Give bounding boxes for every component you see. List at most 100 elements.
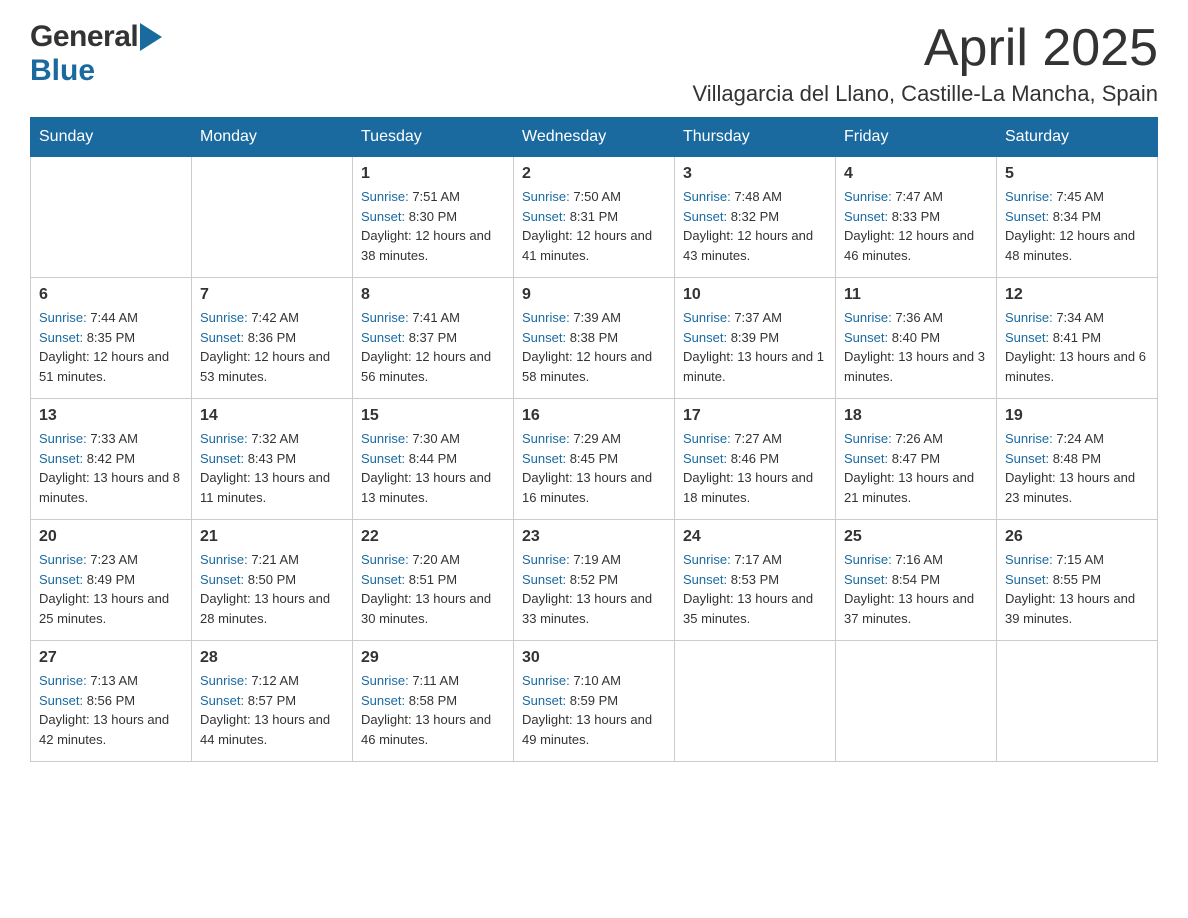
sunset-label: Sunset:	[844, 330, 892, 345]
day-number: 30	[522, 649, 666, 667]
day-info: Sunrise: 7:37 AMSunset: 8:39 PMDaylight:…	[683, 308, 827, 386]
day-cell-3-5: 17 Sunrise: 7:27 AMSunset: 8:46 PMDayligh…	[675, 399, 836, 520]
day-cell-3-2: 14Sunrise: 7:32 AMSunset: 8:43 PMDayligh…	[192, 399, 353, 520]
day-cell-4-6: 25Sunrise: 7:16 AMSunset: 8:54 PMDayligh…	[836, 520, 997, 641]
day-info: Sunrise: 7:50 AMSunset: 8:31 PMDaylight:…	[522, 187, 666, 265]
day-info: Sunrise: 7:27 AMSunset: 8:46 PMDaylight:…	[683, 429, 827, 507]
day-info: Sunrise: 7:36 AMSunset: 8:40 PMDaylight:…	[844, 308, 988, 386]
sunrise-label: Sunrise:	[522, 552, 573, 567]
sunrise-label: Sunrise:	[522, 189, 573, 204]
day-number: 15	[361, 407, 505, 425]
day-cell-2-7: 12 Sunrise: 7:34 AMSunset: 8:41 PMDayligh…	[997, 278, 1158, 399]
week-row-5: 27Sunrise: 7:13 AMSunset: 8:56 PMDayligh…	[31, 641, 1158, 762]
day-number: 17	[683, 407, 827, 425]
col-wednesday: Wednesday	[514, 118, 675, 157]
sunrise-label: Sunrise:	[1005, 552, 1056, 567]
day-info: Sunrise: 7:23 AMSunset: 8:49 PMDaylight:…	[39, 550, 183, 628]
day-number: 26	[1005, 528, 1149, 546]
logo-line1: General	[30, 20, 164, 54]
day-info: Sunrise: 7:21 AMSunset: 8:50 PMDaylight:…	[200, 550, 344, 628]
calendar-table: Sunday Monday Tuesday Wednesday Thursday…	[30, 117, 1158, 762]
day-info: Sunrise: 7:12 AMSunset: 8:57 PMDaylight:…	[200, 671, 344, 749]
sunset-label: Sunset:	[200, 330, 248, 345]
sunset-label: Sunset:	[39, 330, 87, 345]
sunset-label: Sunset:	[683, 572, 731, 587]
day-number: 22	[361, 528, 505, 546]
day-info: Sunrise: 7:34 AMSunset: 8:41 PMDaylight:…	[1005, 308, 1149, 386]
day-number: 25	[844, 528, 988, 546]
day-number: 20	[39, 528, 183, 546]
day-number: 23	[522, 528, 666, 546]
page-header: General Blue April 2025 Villagarcia del …	[30, 20, 1158, 107]
col-friday: Friday	[836, 118, 997, 157]
day-number: 2	[522, 165, 666, 183]
sunset-label: Sunset:	[522, 209, 570, 224]
sunset-label: Sunset:	[1005, 330, 1053, 345]
day-cell-2-5: 10Sunrise: 7:37 AMSunset: 8:39 PMDayligh…	[675, 278, 836, 399]
day-cell-2-3: 8Sunrise: 7:41 AMSunset: 8:37 PMDaylight…	[353, 278, 514, 399]
sunset-label: Sunset:	[844, 572, 892, 587]
day-info: Sunrise: 7:11 AMSunset: 8:58 PMDaylight:…	[361, 671, 505, 749]
sunset-label: Sunset:	[522, 693, 570, 708]
day-info: Sunrise: 7:32 AMSunset: 8:43 PMDaylight:…	[200, 429, 344, 507]
day-number: 16	[522, 407, 666, 425]
day-number: 3	[683, 165, 827, 183]
day-number: 12	[1005, 286, 1149, 304]
sunrise-label: Sunrise:	[683, 431, 734, 446]
day-cell-5-5	[675, 641, 836, 762]
sunset-label: Sunset:	[200, 572, 248, 587]
day-cell-4-4: 23Sunrise: 7:19 AMSunset: 8:52 PMDayligh…	[514, 520, 675, 641]
day-cell-4-5: 24Sunrise: 7:17 AMSunset: 8:53 PMDayligh…	[675, 520, 836, 641]
day-cell-4-3: 22Sunrise: 7:20 AMSunset: 8:51 PMDayligh…	[353, 520, 514, 641]
day-cell-4-1: 20 Sunrise: 7:23 AMSunset: 8:49 PMDayligh…	[31, 520, 192, 641]
calendar-header: Sunday Monday Tuesday Wednesday Thursday…	[31, 118, 1158, 157]
sunset-label: Sunset:	[200, 693, 248, 708]
col-saturday: Saturday	[997, 118, 1158, 157]
col-sunday: Sunday	[31, 118, 192, 157]
col-tuesday: Tuesday	[353, 118, 514, 157]
week-row-3: 13Sunrise: 7:33 AMSunset: 8:42 PMDayligh…	[31, 399, 1158, 520]
sunrise-label: Sunrise:	[683, 552, 734, 567]
day-cell-2-6: 11 Sunrise: 7:36 AMSunset: 8:40 PMDayligh…	[836, 278, 997, 399]
day-cell-3-3: 15 Sunrise: 7:30 AMSunset: 8:44 PMDayligh…	[353, 399, 514, 520]
day-number: 21	[200, 528, 344, 546]
sunrise-label: Sunrise:	[200, 552, 251, 567]
day-number: 29	[361, 649, 505, 667]
sunset-label: Sunset:	[683, 451, 731, 466]
day-info: Sunrise: 7:24 AMSunset: 8:48 PMDaylight:…	[1005, 429, 1149, 507]
sunrise-label: Sunrise:	[844, 189, 895, 204]
location-title: Villagarcia del Llano, Castille-La Manch…	[692, 81, 1158, 107]
day-cell-3-6: 18Sunrise: 7:26 AMSunset: 8:47 PMDayligh…	[836, 399, 997, 520]
day-cell-1-2	[192, 157, 353, 278]
day-number: 4	[844, 165, 988, 183]
day-cell-5-6	[836, 641, 997, 762]
day-cell-5-2: 28 Sunrise: 7:12 AMSunset: 8:57 PMDayligh…	[192, 641, 353, 762]
day-info: Sunrise: 7:30 AMSunset: 8:44 PMDaylight:…	[361, 429, 505, 507]
day-info: Sunrise: 7:39 AMSunset: 8:38 PMDaylight:…	[522, 308, 666, 386]
sunrise-label: Sunrise:	[683, 189, 734, 204]
sunset-label: Sunset:	[683, 330, 731, 345]
day-cell-1-3: 1Sunrise: 7:51 AMSunset: 8:30 PMDaylight…	[353, 157, 514, 278]
sunrise-label: Sunrise:	[844, 552, 895, 567]
sunset-label: Sunset:	[39, 451, 87, 466]
month-title: April 2025	[692, 20, 1158, 77]
day-info: Sunrise: 7:33 AMSunset: 8:42 PMDaylight:…	[39, 429, 183, 507]
sunset-label: Sunset:	[844, 451, 892, 466]
sunset-label: Sunset:	[1005, 209, 1053, 224]
sunset-label: Sunset:	[683, 209, 731, 224]
title-section: April 2025 Villagarcia del Llano, Castil…	[692, 20, 1158, 107]
day-number: 5	[1005, 165, 1149, 183]
day-info: Sunrise: 7:42 AMSunset: 8:36 PMDaylight:…	[200, 308, 344, 386]
logo-general-text: General	[30, 20, 138, 54]
sunset-label: Sunset:	[361, 451, 409, 466]
sunrise-label: Sunrise:	[200, 310, 251, 325]
sunrise-label: Sunrise:	[1005, 310, 1056, 325]
sunrise-label: Sunrise:	[39, 552, 90, 567]
day-number: 28	[200, 649, 344, 667]
day-info: Sunrise: 7:45 AMSunset: 8:34 PMDaylight:…	[1005, 187, 1149, 265]
day-number: 18	[844, 407, 988, 425]
day-number: 19	[1005, 407, 1149, 425]
day-cell-5-4: 30Sunrise: 7:10 AMSunset: 8:59 PMDayligh…	[514, 641, 675, 762]
day-number: 11	[844, 286, 988, 304]
day-info: Sunrise: 7:15 AMSunset: 8:55 PMDaylight:…	[1005, 550, 1149, 628]
